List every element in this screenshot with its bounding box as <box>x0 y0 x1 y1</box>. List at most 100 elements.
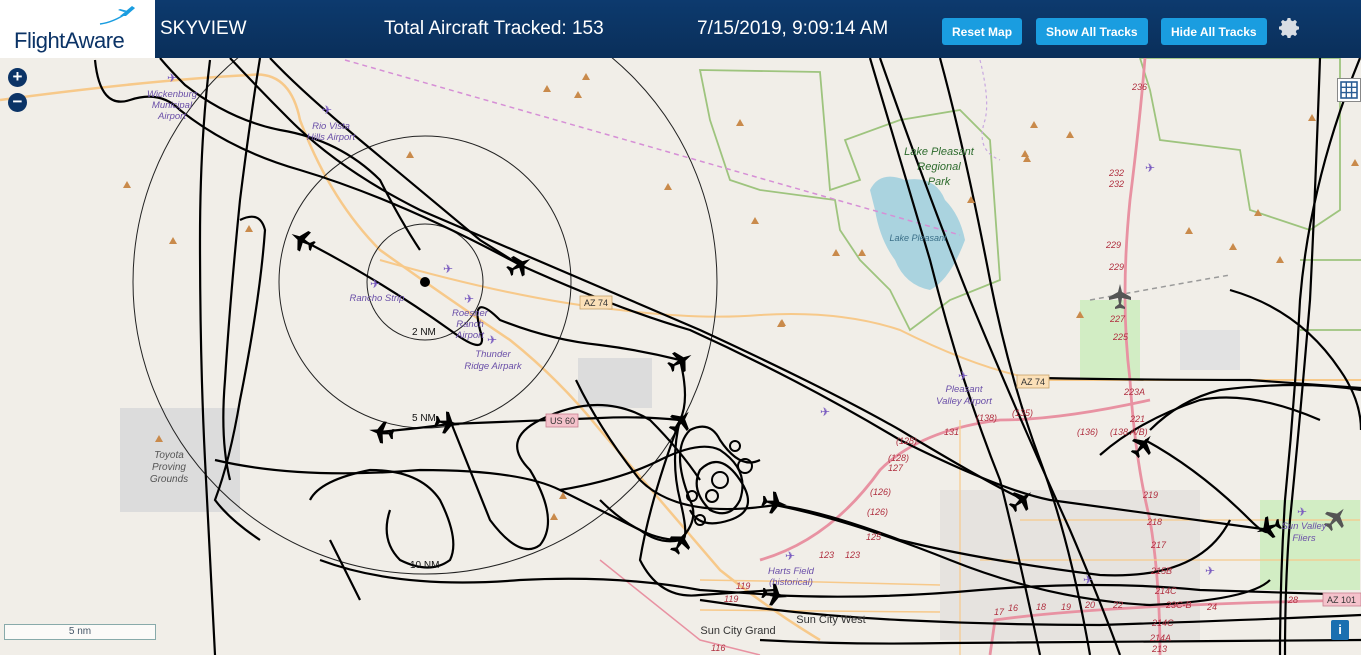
svg-text:218: 218 <box>1146 517 1162 527</box>
svg-text:217: 217 <box>1150 540 1167 550</box>
svg-text:225: 225 <box>1112 332 1129 342</box>
airport-icon: ✈ <box>1083 573 1093 587</box>
hide-all-tracks-button[interactable]: Hide All Tracks <box>1161 18 1267 45</box>
place-label: Rancho Strip <box>350 293 405 304</box>
range-label-10nm: 10 NM <box>410 560 439 571</box>
aircraft-icon[interactable] <box>760 490 788 516</box>
svg-text:18: 18 <box>1036 602 1046 612</box>
svg-text:214C: 214C <box>1154 586 1177 596</box>
zoom-out-button[interactable]: − <box>8 93 27 112</box>
park-area <box>1080 300 1140 380</box>
svg-text:17: 17 <box>994 607 1005 617</box>
airport-icon: ✈ <box>1205 564 1215 578</box>
svg-text:223A: 223A <box>1123 387 1145 397</box>
airport-icon: ✈ <box>370 277 380 291</box>
svg-text:123: 123 <box>819 550 834 560</box>
svg-text:(126): (126) <box>870 487 891 497</box>
place-label: Airport <box>455 330 484 341</box>
aircraft-icon[interactable] <box>367 419 395 445</box>
airport-icon: ✈ <box>958 369 968 383</box>
park-boundary <box>1139 58 1341 231</box>
place-label: Thunder <box>475 349 511 360</box>
aircraft-icon[interactable] <box>286 224 319 256</box>
scale-bar: 5 nm <box>4 624 156 640</box>
place-label: Ranch <box>456 319 483 330</box>
aircraft-icon[interactable] <box>664 345 697 377</box>
grid-icon[interactable] <box>1337 78 1361 102</box>
airport-icon: ✈ <box>167 71 177 85</box>
info-button[interactable]: i <box>1331 620 1349 640</box>
svg-text:131: 131 <box>944 427 959 437</box>
top-bar: FlightAware SKYVIEW Total Aircraft Track… <box>0 0 1361 58</box>
svg-text:214A: 214A <box>1149 633 1171 643</box>
svg-text:214C: 214C <box>1151 618 1174 628</box>
place-label: Toyota <box>154 450 184 461</box>
svg-text:119: 119 <box>724 594 738 604</box>
svg-text:16: 16 <box>1008 603 1018 613</box>
road <box>599 559 761 655</box>
airport-icon: ✈ <box>464 292 474 306</box>
svg-text:119: 119 <box>736 581 750 591</box>
boundary-line <box>344 59 961 236</box>
flightaware-logo[interactable]: FlightAware <box>0 0 155 58</box>
svg-text:23C-B: 23C-B <box>1165 600 1192 610</box>
svg-text:(138): (138) <box>976 413 997 423</box>
zoom-in-button[interactable]: + <box>8 68 27 87</box>
place-label: Roesner <box>452 308 489 319</box>
svg-text:24: 24 <box>1206 602 1217 612</box>
timestamp: 7/15/2019, 9:09:14 AM <box>697 18 889 39</box>
park-label: Lake Pleasant <box>904 146 975 158</box>
place-label: Proving <box>152 462 186 473</box>
svg-text:221: 221 <box>1129 414 1145 424</box>
road-shield-us60: US 60 <box>550 416 575 426</box>
airport-icon: ✈ <box>785 549 795 563</box>
svg-text:232: 232 <box>1108 179 1124 189</box>
svg-text:125: 125 <box>866 532 882 542</box>
svg-text:229: 229 <box>1105 240 1121 250</box>
gray-area <box>578 358 652 408</box>
svg-text:22: 22 <box>1112 600 1123 610</box>
aircraft-icon[interactable] <box>664 405 697 438</box>
park-label: Park <box>928 176 951 188</box>
logo-text: FlightAware <box>14 28 125 53</box>
place-label: (historical) <box>769 577 813 588</box>
map-canvas[interactable]: ✈ ✈ ✈ ✈ ✈ ✈ ✈ ✈ ✈ ✈ ✈ ✈ ✈ 2 NM 5 NM 10 N… <box>0 58 1361 655</box>
aircraft-icon[interactable] <box>503 249 536 281</box>
layers-grid-icon <box>1340 81 1358 99</box>
svg-text:213: 213 <box>1151 644 1167 654</box>
svg-text:236: 236 <box>1131 82 1147 92</box>
svg-text:(128): (128) <box>888 453 909 463</box>
place-label: Airport <box>157 111 186 122</box>
road-shield-az74: AZ 74 <box>1021 377 1045 387</box>
svg-text:215B: 215B <box>1150 566 1172 576</box>
svg-text:229: 229 <box>1108 262 1124 272</box>
aircraft-count: Total Aircraft Tracked: 153 <box>384 18 604 39</box>
place-label: Fliers <box>1292 533 1315 544</box>
road <box>0 73 821 642</box>
svg-text:127: 127 <box>888 463 904 473</box>
airport-icon: ✈ <box>322 103 332 117</box>
airport-icon: ✈ <box>820 405 830 419</box>
svg-text:20: 20 <box>1084 600 1095 610</box>
airport-icon: ✈ <box>487 333 497 347</box>
reset-map-button[interactable]: Reset Map <box>942 18 1023 45</box>
app-title: SKYVIEW <box>160 18 247 39</box>
svg-text:(128): (128) <box>896 436 917 446</box>
show-all-tracks-button[interactable]: Show All Tracks <box>1036 18 1148 45</box>
place-label: Pleasant <box>946 384 983 395</box>
park-boundary <box>698 69 1001 332</box>
lake-label: Lake Pleasant <box>889 233 947 243</box>
town-label: Sun City West <box>796 614 866 626</box>
svg-text:227: 227 <box>1109 314 1126 324</box>
town-label: Sun City Grand <box>700 625 775 637</box>
svg-text:(126): (126) <box>867 507 888 517</box>
svg-text:123: 123 <box>845 550 860 560</box>
gear-icon[interactable] <box>1278 16 1302 40</box>
svg-text:28: 28 <box>1287 595 1298 605</box>
place-label: Municipal <box>152 100 193 111</box>
receiver-location <box>420 277 430 287</box>
airport-icon: ✈ <box>1297 505 1307 519</box>
plane-logo-icon <box>99 6 135 25</box>
range-label-5nm: 5 NM <box>412 413 436 424</box>
svg-text:219: 219 <box>1142 490 1158 500</box>
